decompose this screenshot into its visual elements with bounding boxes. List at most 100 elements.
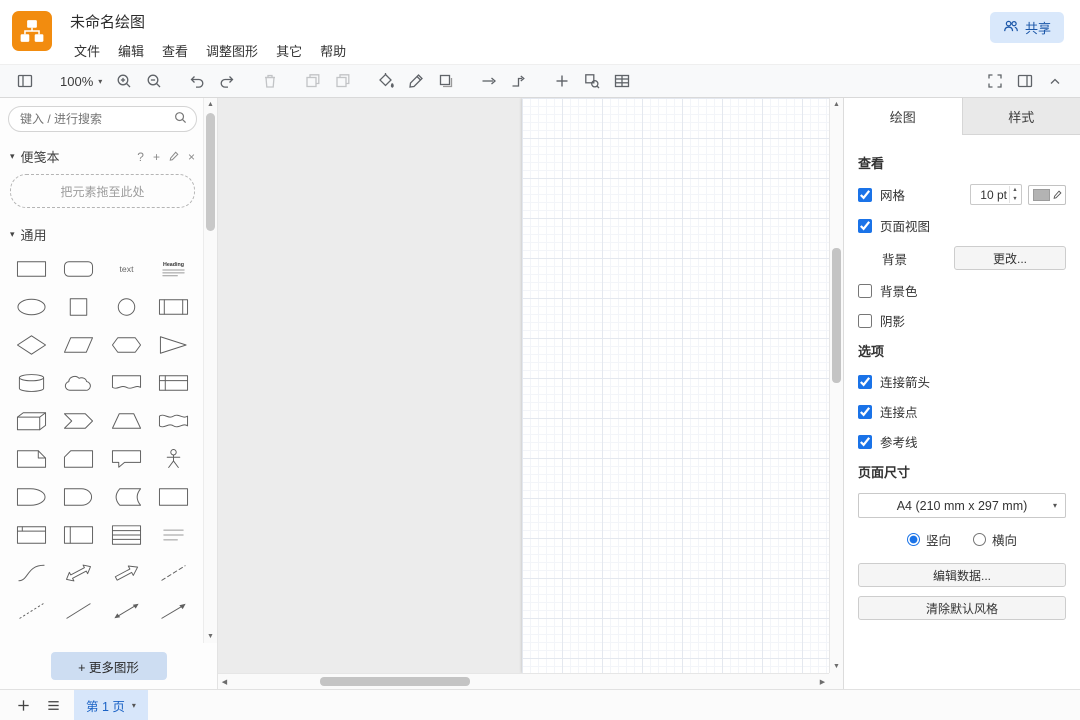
- shadow-button[interactable]: [431, 68, 461, 94]
- scroll-up-arrow[interactable]: ▲: [830, 98, 843, 111]
- share-button[interactable]: 共享: [990, 12, 1064, 43]
- scratchpad-edit-icon[interactable]: [169, 150, 179, 164]
- portrait-radio[interactable]: [907, 533, 920, 546]
- connection-arrow-button[interactable]: [474, 68, 504, 94]
- edit-data-button[interactable]: 编辑数据...: [858, 563, 1066, 587]
- shape-data-storage[interactable]: [103, 478, 150, 516]
- shape-line[interactable]: [55, 592, 102, 630]
- scratchpad-dropzone[interactable]: 把元素拖至此处: [10, 174, 195, 208]
- sidebar-scrollbar[interactable]: ▲ ▼: [203, 98, 217, 643]
- landscape-radio[interactable]: [973, 533, 986, 546]
- table-button[interactable]: [607, 68, 637, 94]
- canvas-vertical-scrollbar[interactable]: ▲ ▼: [829, 98, 843, 673]
- copy-button[interactable]: [298, 68, 328, 94]
- scratchpad-close-icon[interactable]: ×: [188, 150, 195, 164]
- shape-ellipse[interactable]: [8, 288, 55, 326]
- shape-rectangle[interactable]: [8, 250, 55, 288]
- shape-cylinder[interactable]: [8, 364, 55, 402]
- zoom-level-dropdown[interactable]: 100% ▾: [53, 68, 109, 94]
- shape-heading[interactable]: Heading: [150, 250, 197, 288]
- paper-size-select[interactable]: A4 (210 mm x 297 mm) ▾: [858, 493, 1066, 518]
- guides-checkbox[interactable]: [858, 435, 872, 449]
- tab-diagram[interactable]: 绘图: [844, 98, 963, 135]
- pages-menu-button[interactable]: [38, 690, 68, 720]
- scroll-down-arrow[interactable]: ▼: [204, 630, 217, 643]
- shape-hexagon[interactable]: [103, 326, 150, 364]
- shape-callout[interactable]: [103, 440, 150, 478]
- shape-window[interactable]: [8, 516, 55, 554]
- shape-trapezoid[interactable]: [103, 402, 150, 440]
- connection-points-checkbox[interactable]: [858, 405, 872, 419]
- collapse-toolbar-button[interactable]: [1040, 68, 1070, 94]
- clear-default-style-button[interactable]: 清除默认风格: [858, 596, 1066, 620]
- zoom-in-button[interactable]: [109, 68, 139, 94]
- sidebar-scrollbar-thumb[interactable]: [206, 113, 215, 231]
- canvas-page[interactable]: [522, 98, 829, 673]
- waypoint-style-button[interactable]: [504, 68, 534, 94]
- shape-step[interactable]: [55, 402, 102, 440]
- menu-arrange[interactable]: 调整图形: [198, 39, 266, 62]
- shape-parallelogram[interactable]: [55, 326, 102, 364]
- shape-dashed-line[interactable]: [150, 554, 197, 592]
- toggle-format-panel-button[interactable]: [1010, 68, 1040, 94]
- undo-button[interactable]: [182, 68, 212, 94]
- shape-circle[interactable]: [103, 288, 150, 326]
- shape-arrow[interactable]: [103, 554, 150, 592]
- shape-note[interactable]: [8, 440, 55, 478]
- canvas-hscroll-thumb[interactable]: [320, 677, 470, 686]
- connection-arrows-checkbox[interactable]: [858, 375, 872, 389]
- tab-style[interactable]: 样式: [963, 98, 1080, 134]
- page-tab-1[interactable]: 第 1 页 ▾: [74, 690, 148, 720]
- line-color-button[interactable]: [401, 68, 431, 94]
- page-view-checkbox[interactable]: [858, 219, 872, 233]
- shape-dotted-line[interactable]: [8, 592, 55, 630]
- shape-search-button[interactable]: [577, 68, 607, 94]
- shape-actor[interactable]: [150, 440, 197, 478]
- canvas-horizontal-scrollbar[interactable]: ◀ ▶: [218, 673, 829, 689]
- insert-button[interactable]: [547, 68, 577, 94]
- grid-size-stepper[interactable]: ▲▼: [1009, 186, 1020, 203]
- scroll-left-arrow[interactable]: ◀: [218, 674, 231, 689]
- add-page-button[interactable]: [8, 690, 38, 720]
- change-background-button[interactable]: 更改...: [954, 246, 1066, 270]
- fill-color-button[interactable]: [371, 68, 401, 94]
- shape-or[interactable]: [8, 478, 55, 516]
- shape-curve[interactable]: [8, 554, 55, 592]
- document-title[interactable]: 未命名绘图: [66, 11, 990, 32]
- scratchpad-help-icon[interactable]: ?: [137, 150, 144, 164]
- shape-list[interactable]: [103, 516, 150, 554]
- shape-diamond[interactable]: [8, 326, 55, 364]
- shape-search-box[interactable]: [8, 106, 197, 132]
- background-color-checkbox[interactable]: [858, 284, 872, 298]
- shape-text[interactable]: text: [103, 250, 150, 288]
- scroll-up-arrow[interactable]: ▲: [204, 98, 217, 111]
- shape-bidirectional-arrow[interactable]: [55, 554, 102, 592]
- more-shapes-button[interactable]: + 更多图形: [51, 652, 167, 680]
- fullscreen-button[interactable]: [980, 68, 1010, 94]
- shape-cube[interactable]: [8, 402, 55, 440]
- menu-file[interactable]: 文件: [66, 39, 108, 62]
- redo-button[interactable]: [212, 68, 242, 94]
- landscape-option[interactable]: 横向: [973, 530, 1017, 549]
- shape-vertical-container[interactable]: [55, 516, 102, 554]
- general-section-header[interactable]: ▾ 通用: [8, 222, 197, 250]
- shape-directional-connector[interactable]: [150, 592, 197, 630]
- shape-process[interactable]: [150, 288, 197, 326]
- shape-document[interactable]: [103, 364, 150, 402]
- scratchpad-add-icon[interactable]: +: [153, 150, 160, 164]
- shape-container[interactable]: [150, 478, 197, 516]
- shape-cloud[interactable]: [55, 364, 102, 402]
- shape-rounded-rectangle[interactable]: [55, 250, 102, 288]
- duplicate-button[interactable]: [328, 68, 358, 94]
- shape-square[interactable]: [55, 288, 102, 326]
- shape-tape[interactable]: [150, 402, 197, 440]
- shape-internal-storage[interactable]: [150, 364, 197, 402]
- portrait-option[interactable]: 竖向: [907, 530, 951, 549]
- scratchpad-section-header[interactable]: ▾ 便笺本 ? + ×: [8, 144, 197, 172]
- shape-card[interactable]: [55, 440, 102, 478]
- shape-link[interactable]: [8, 630, 55, 643]
- shadow-checkbox[interactable]: [858, 314, 872, 328]
- shape-triangle[interactable]: [150, 326, 197, 364]
- shape-bidirectional-connector[interactable]: [103, 592, 150, 630]
- delete-button[interactable]: [255, 68, 285, 94]
